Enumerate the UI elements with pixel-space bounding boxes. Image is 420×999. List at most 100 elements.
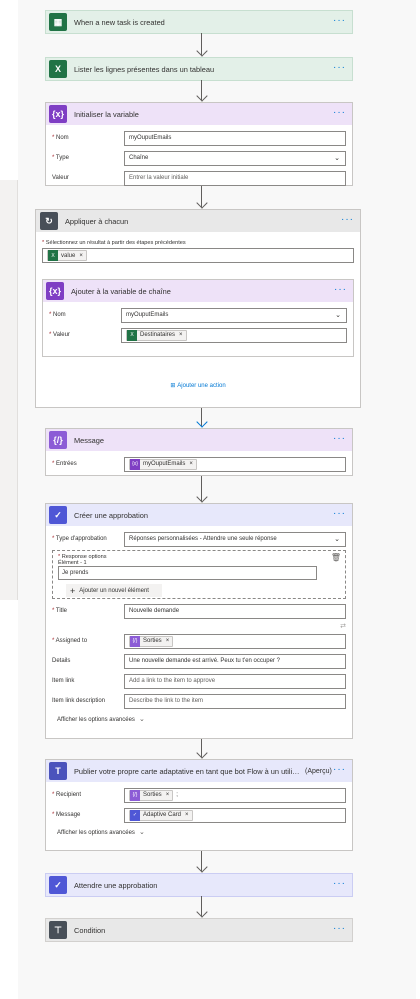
remove-token-icon[interactable]: × bbox=[179, 332, 183, 338]
approval-icon: ✓ bbox=[130, 809, 140, 821]
message-inputs-field[interactable]: {x} myOuputEmails × bbox=[124, 456, 346, 472]
compose-icon: {/} bbox=[130, 635, 140, 647]
condition-title: Condition bbox=[74, 925, 106, 935]
left-side-panel bbox=[0, 180, 18, 600]
chevron-down-icon: ⌄ bbox=[334, 154, 340, 162]
approval-title-input[interactable]: Nouvelle demande bbox=[124, 603, 346, 619]
excel-icon: X bbox=[127, 329, 137, 341]
flow-arrow bbox=[196, 476, 208, 503]
flow-arrow bbox=[196, 739, 208, 759]
more-options-icon[interactable]: ··· bbox=[333, 63, 346, 73]
remove-token-icon[interactable]: × bbox=[185, 812, 189, 818]
chevron-down-icon: ⌄ bbox=[138, 829, 145, 836]
add-new-item-button[interactable]: + Ajouter un nouvel élément bbox=[66, 584, 162, 597]
condition-icon: ⊤ bbox=[49, 921, 67, 939]
more-options-icon[interactable]: ··· bbox=[333, 765, 346, 775]
assigned-to-input[interactable]: {/} Sorties × bbox=[124, 633, 346, 649]
teams-message-input[interactable]: ✓ Adaptive Card × bbox=[124, 807, 346, 823]
add-action-button[interactable]: ⊞ Ajouter une action bbox=[36, 382, 360, 389]
details-input[interactable]: Une nouvelle demande est arrivé. Peux tu… bbox=[124, 653, 346, 669]
remove-token-icon[interactable]: × bbox=[166, 638, 170, 644]
more-options-icon[interactable]: ··· bbox=[341, 215, 354, 225]
more-options-icon[interactable]: ··· bbox=[333, 924, 346, 934]
trigger-card[interactable]: ▦ When a new task is created ··· bbox=[45, 10, 353, 34]
wait-approval-card[interactable]: ✓ Attendre une approbation ··· bbox=[45, 873, 353, 897]
response-options-group: * Response options Élément - 1 🗑 Je pren… bbox=[52, 550, 346, 599]
variable-name-input[interactable]: myOuputEmails bbox=[124, 130, 346, 146]
switch-mode-icon[interactable]: ⇄ bbox=[340, 622, 346, 630]
compose-icon: {/} bbox=[130, 789, 140, 801]
more-options-icon[interactable]: ··· bbox=[333, 16, 346, 26]
variable-icon: {x} bbox=[46, 282, 64, 300]
more-options-icon[interactable]: ··· bbox=[334, 285, 347, 295]
flow-arrow bbox=[196, 851, 208, 873]
teams-icon: T bbox=[49, 762, 67, 780]
init-variable-title: Initialiser la variable bbox=[74, 109, 139, 119]
compose-icon: {/} bbox=[49, 431, 67, 449]
flow-arrow bbox=[196, 186, 208, 209]
flow-arrow bbox=[196, 408, 208, 428]
select-output-label: Sélectionnez un résultat à partir des ét… bbox=[45, 240, 186, 246]
approval-type-select[interactable]: Réponses personnalisées - Attendre une s… bbox=[124, 531, 346, 547]
value-token[interactable]: Xvalue × bbox=[47, 250, 87, 261]
recipients-token[interactable]: X Destinataires × bbox=[126, 329, 187, 341]
show-advanced-options[interactable]: Afficher les options avancées ⌄ bbox=[52, 715, 346, 723]
response-option-input[interactable]: Je prends bbox=[58, 566, 317, 580]
delete-item-icon[interactable]: 🗑 bbox=[331, 553, 341, 562]
more-options-icon[interactable]: ··· bbox=[333, 509, 346, 519]
message-card[interactable]: {/} Message ··· * Entrées {x} myOuputEmai… bbox=[45, 428, 353, 476]
trigger-title: When a new task is created bbox=[74, 17, 165, 27]
add-action-icon: ⊞ bbox=[170, 383, 176, 389]
chevron-down-icon: ⌄ bbox=[334, 535, 340, 543]
item-link-input[interactable]: Add a link to the item to approve bbox=[124, 673, 346, 689]
excel-icon: X bbox=[49, 60, 67, 78]
planner-icon: ▦ bbox=[49, 13, 67, 31]
message-title: Message bbox=[74, 435, 104, 445]
flow-arrow bbox=[196, 896, 208, 918]
apply-to-each-card[interactable]: ↻ Appliquer à chacun ··· * Sélectionnez … bbox=[35, 209, 361, 408]
select-output-input[interactable]: Xvalue × bbox=[42, 248, 354, 263]
chevron-down-icon: ⌄ bbox=[138, 716, 145, 723]
append-name-select[interactable]: myOuputEmails ⌄ bbox=[121, 307, 347, 323]
more-options-icon[interactable]: ··· bbox=[333, 434, 346, 444]
remove-token-icon[interactable]: × bbox=[166, 792, 170, 798]
outputs-token[interactable]: {/} Sorties × bbox=[129, 635, 174, 647]
preview-label: (Aperçu) bbox=[305, 767, 332, 775]
teams-card[interactable]: T Publier votre propre carte adaptative … bbox=[45, 759, 353, 851]
outputs-token[interactable]: {/} Sorties × bbox=[129, 789, 174, 801]
wait-approval-title: Attendre une approbation bbox=[74, 880, 158, 890]
flow-arrow bbox=[196, 33, 208, 57]
append-string-card[interactable]: {x} Ajouter à la variable de chaîne ··· … bbox=[42, 279, 354, 357]
flow-arrow bbox=[196, 80, 208, 102]
append-value-input[interactable]: X Destinataires × bbox=[121, 327, 347, 343]
approval-icon: ✓ bbox=[49, 876, 67, 894]
type-row: * Type Chaîne ⌄ bbox=[52, 149, 346, 167]
append-string-title: Ajouter à la variable de chaîne bbox=[71, 286, 171, 296]
adaptive-card-token[interactable]: ✓ Adaptive Card × bbox=[129, 809, 193, 821]
variable-icon: {x} bbox=[130, 458, 140, 470]
init-variable-card[interactable]: {x} Initialiser la variable ··· * Nom my… bbox=[45, 102, 353, 186]
more-options-icon[interactable]: ··· bbox=[333, 879, 346, 889]
recipient-input[interactable]: {/} Sorties × ; bbox=[124, 787, 346, 803]
remove-token-icon[interactable]: × bbox=[189, 461, 193, 467]
variable-token[interactable]: {x} myOuputEmails × bbox=[129, 458, 197, 470]
create-approval-card[interactable]: ✓ Créer une approbation ··· * Type d'app… bbox=[45, 503, 353, 739]
item-link-description-input[interactable]: Describe the link to the item bbox=[124, 693, 346, 709]
value-row: Valeur Entrer la valeur initiale bbox=[52, 169, 346, 187]
create-approval-title: Créer une approbation bbox=[74, 510, 148, 520]
variable-icon: {x} bbox=[49, 105, 67, 123]
variable-type-select[interactable]: Chaîne ⌄ bbox=[124, 150, 346, 166]
approval-icon: ✓ bbox=[49, 506, 67, 524]
teams-title: Publier votre propre carte adaptative en… bbox=[74, 766, 302, 776]
apply-to-each-title: Appliquer à chacun bbox=[65, 216, 129, 226]
more-options-icon[interactable]: ··· bbox=[333, 108, 346, 118]
remove-token-icon[interactable]: × bbox=[79, 253, 83, 259]
list-rows-title: Lister les lignes présentes dans un tabl… bbox=[74, 64, 215, 74]
variable-value-input[interactable]: Entrer la valeur initiale bbox=[124, 170, 346, 186]
condition-card[interactable]: ⊤ Condition ··· bbox=[45, 918, 353, 942]
list-rows-card[interactable]: X Lister les lignes présentes dans un ta… bbox=[45, 57, 353, 81]
plus-icon: + bbox=[70, 585, 76, 596]
show-advanced-options[interactable]: Afficher les options avancées ⌄ bbox=[52, 828, 346, 836]
excel-icon: X bbox=[48, 250, 58, 261]
chevron-down-icon: ⌄ bbox=[335, 311, 341, 319]
